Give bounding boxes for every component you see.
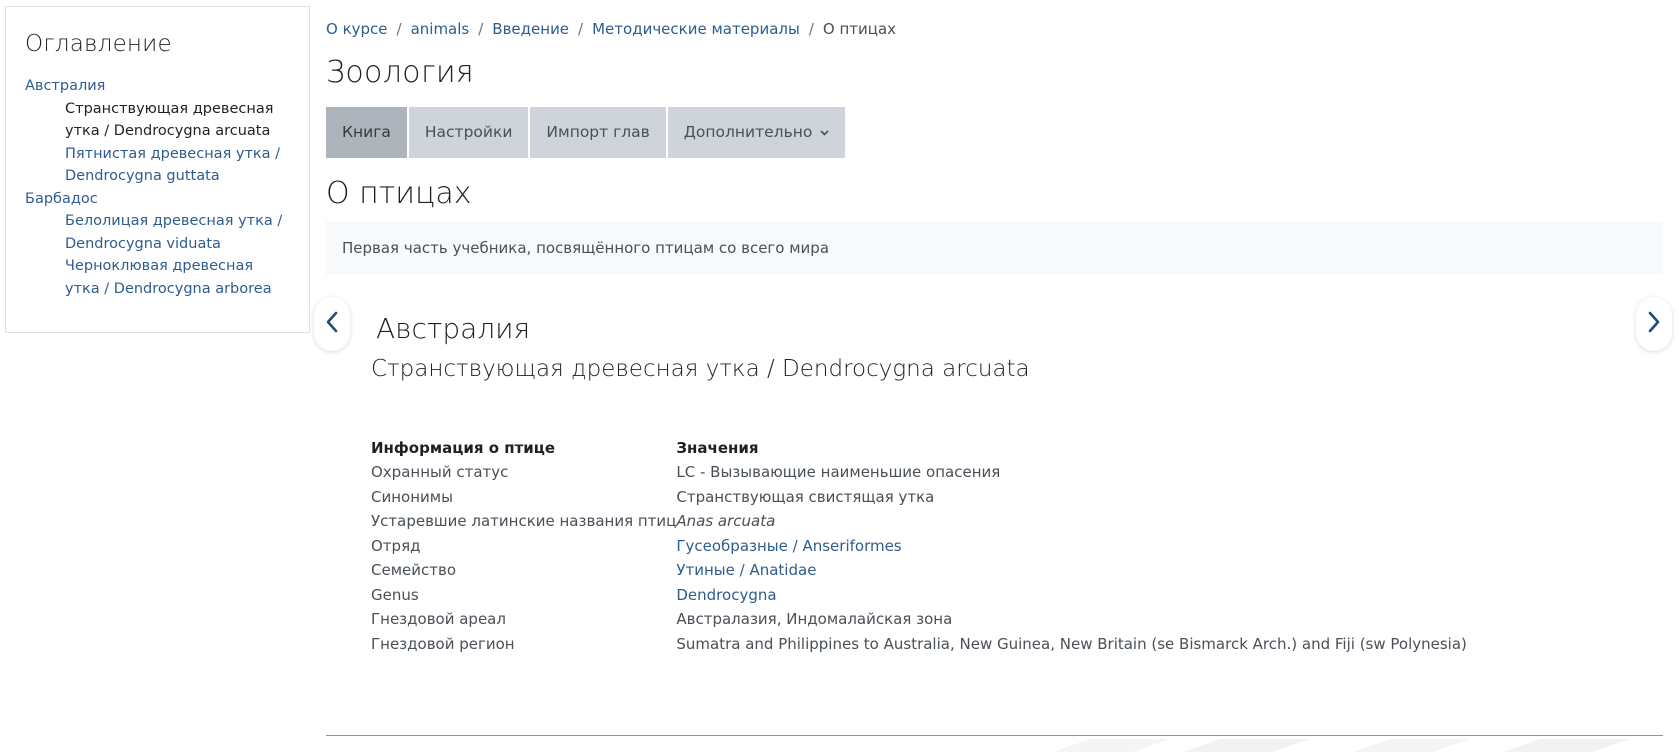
- next-chapter-button[interactable]: [1636, 297, 1672, 351]
- family-link[interactable]: Утиные / Anatidae: [676, 561, 816, 579]
- row-value: Странствующая свистящая утка: [676, 487, 935, 506]
- toc-subchapter-link[interactable]: Черноклювая древесная утка / Dendrocygna…: [65, 258, 272, 297]
- background-decoration: [1050, 738, 1670, 752]
- breadcrumb: О курсе / animals / Введение / Методичес…: [326, 19, 1663, 39]
- toc-subchapter: Черноклювая древесная утка / Dendrocygna…: [65, 255, 291, 300]
- row-key: Синонимы: [371, 487, 453, 506]
- row-value: LC - Вызывающие наименьшие опасения: [676, 463, 1001, 482]
- toc-subchapter: Пятнистая древесная утка / Dendrocygna g…: [65, 143, 291, 188]
- toc-subchapter: Белолицая древесная утка / Dendrocygna v…: [65, 210, 291, 255]
- row-key: Охранный статус: [371, 463, 509, 482]
- order-link[interactable]: Гусеобразные / Anseriformes: [676, 537, 901, 555]
- breadcrumb-course[interactable]: О курсе: [326, 20, 388, 38]
- tab-settings[interactable]: Настройки: [408, 107, 529, 158]
- row-value: Sumatra and Philippines to Australia, Ne…: [676, 634, 1467, 653]
- genus-link[interactable]: Dendrocygna: [676, 586, 776, 604]
- book-title: О птицах: [326, 176, 472, 211]
- page-title: Зоология: [326, 55, 474, 90]
- toc-subchapter-current: Странствующая древесная утка / Dendrocyg…: [65, 100, 274, 140]
- toc-subchapter-list: Белолицая древесная утка / Dendrocygna v…: [25, 210, 291, 300]
- toc-chapter-link[interactable]: Австралия: [25, 78, 105, 94]
- table-row: Гнездовой регион Sumatra and Philippines…: [371, 632, 1467, 657]
- breadcrumb-current: О птицах: [822, 20, 897, 38]
- breadcrumb-separator: /: [478, 20, 484, 38]
- book-intro: Первая часть учебника, посвящённого птиц…: [326, 221, 1663, 275]
- breadcrumb-materials[interactable]: Методические материалы: [592, 20, 800, 38]
- toc-subchapter-link[interactable]: Пятнистая древесная утка / Dendrocygna g…: [65, 146, 280, 185]
- toc-title: Оглавление: [25, 31, 172, 57]
- breadcrumb-separator: /: [808, 20, 814, 38]
- row-value: Утиные / Anatidae: [676, 558, 1467, 583]
- subchapter-title: Странствующая древесная утка / Dendrocyg…: [371, 356, 1030, 382]
- table-row: Отряд Гусеобразные / Anseriformes: [371, 534, 1467, 559]
- breadcrumb-separator: /: [396, 20, 402, 38]
- content-divider: [326, 735, 1663, 736]
- chapter-title: Австралия: [376, 312, 531, 345]
- table-row: Охранный статус LC - Вызывающие наименьш…: [371, 460, 1467, 485]
- toc-subchapter: Странствующая древесная утка / Dendrocyg…: [65, 98, 291, 143]
- table-row: Устаревшие латинские названия птиц Anas …: [371, 509, 1467, 534]
- row-value: Гусеобразные / Anseriformes: [676, 534, 1467, 559]
- table-row: Семейство Утиные / Anatidae: [371, 558, 1467, 583]
- chevron-right-icon: [1646, 310, 1662, 338]
- breadcrumb-category[interactable]: animals: [411, 20, 470, 38]
- chevron-down-icon: [816, 128, 829, 139]
- tab-import-chapters[interactable]: Импорт глав: [530, 107, 666, 158]
- toc-chapter: Барбадос Белолицая древесная утка / Dend…: [25, 188, 291, 301]
- row-key: Семейство: [371, 561, 456, 580]
- row-value: Anas arcuata: [676, 509, 1467, 534]
- toc-subchapter-link[interactable]: Белолицая древесная утка / Dendrocygna v…: [65, 213, 282, 252]
- breadcrumb-section[interactable]: Введение: [492, 20, 569, 38]
- tab-more[interactable]: Дополнительно: [667, 107, 845, 158]
- toc-panel: Оглавление Австралия Странствующая древе…: [5, 6, 310, 333]
- toc-list: Австралия Странствующая древесная утка /…: [25, 75, 291, 300]
- tab-book[interactable]: Книга: [326, 107, 407, 158]
- toc-chapter-link[interactable]: Барбадос: [25, 191, 98, 207]
- column-header-values: Значения: [676, 439, 759, 457]
- breadcrumb-separator: /: [578, 20, 584, 38]
- chevron-left-icon: [324, 310, 340, 338]
- table-header-row: Информация о птице Значения: [371, 436, 1467, 460]
- row-key: Устаревшие латинские названия птиц: [371, 512, 677, 531]
- secondary-nav-tabs: Книга Настройки Импорт глав Дополнительн…: [326, 107, 1663, 158]
- main-content: О курсе / animals / Введение / Методичес…: [326, 0, 1663, 275]
- row-key: Гнездовой регион: [371, 634, 515, 653]
- row-value: Австралазия, Индомалайская зона: [676, 610, 953, 629]
- tab-more-label: Дополнительно: [683, 123, 813, 141]
- column-header-info: Информация о птице: [371, 439, 556, 457]
- toc-chapter: Австралия Странствующая древесная утка /…: [25, 75, 291, 188]
- bird-info-table: Информация о птице Значения Охранный ста…: [371, 436, 1467, 656]
- row-value-italic: Anas arcuata: [676, 512, 776, 531]
- table-row: Genus Dendrocygna: [371, 583, 1467, 608]
- table-row: Гнездовой ареал Австралазия, Индомалайск…: [371, 607, 1467, 632]
- row-value: Dendrocygna: [676, 583, 1467, 608]
- toc-subchapter-list: Странствующая древесная утка / Dendrocyg…: [25, 98, 291, 188]
- row-key: Гнездовой ареал: [371, 610, 506, 629]
- previous-chapter-button[interactable]: [314, 297, 350, 351]
- row-key: Отряд: [371, 536, 421, 555]
- table-row: Синонимы Странствующая свистящая утка: [371, 485, 1467, 510]
- row-key: Genus: [371, 585, 419, 604]
